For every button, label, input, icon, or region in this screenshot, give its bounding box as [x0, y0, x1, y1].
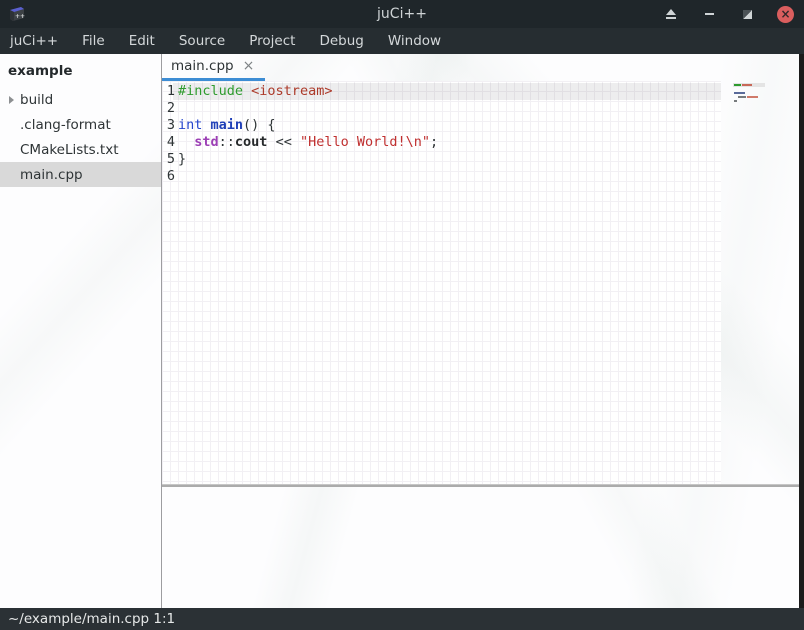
menu-item-edit[interactable]: Edit	[117, 28, 167, 54]
line-number: 3	[165, 117, 175, 134]
window-right-edge	[799, 54, 804, 608]
menu-item-debug[interactable]: Debug	[307, 28, 375, 54]
restore-button[interactable]	[739, 6, 755, 22]
menu-item-juci[interactable]: juCi++	[2, 28, 70, 54]
minimap-row	[734, 100, 766, 102]
token: int	[178, 117, 202, 133]
tree-item-main-cpp[interactable]: main.cpp	[0, 162, 161, 187]
main-area: example build .clang-format CMakeLists.txt…	[0, 54, 804, 608]
code-text	[175, 100, 178, 117]
expander-icon[interactable]	[0, 96, 18, 104]
minimap-code-segment	[747, 96, 758, 98]
minimap[interactable]	[734, 84, 766, 104]
menu-item-project[interactable]: Project	[237, 28, 307, 54]
menu-item-source[interactable]: Source	[167, 28, 237, 54]
juci-app-icon: ++	[6, 3, 28, 25]
code-line: 6	[162, 168, 721, 185]
token: ::	[219, 134, 235, 150]
code-line: 5}	[162, 151, 721, 168]
tree-item--clang-format[interactable]: .clang-format	[0, 112, 161, 137]
token: () {	[243, 117, 276, 133]
line-number: 5	[165, 151, 175, 168]
code-line: 2	[162, 100, 721, 117]
close-icon: ×	[780, 8, 790, 20]
menu-bar: juCi++FileEditSourceProjectDebugWindow	[0, 28, 804, 54]
minimap-row	[734, 92, 766, 94]
code-text	[175, 168, 178, 185]
token: }	[178, 151, 186, 167]
code-lines: 1#include <iostream>23int main() {4 std:…	[162, 83, 721, 185]
token: std	[194, 134, 218, 150]
tree-item-label: main.cpp	[18, 167, 83, 183]
window-controls: ×	[663, 0, 794, 28]
source-editor[interactable]: 1#include <iostream>23int main() {4 std:…	[162, 81, 804, 484]
token: cout	[235, 134, 268, 150]
file-tree-panel: example build .clang-format CMakeLists.txt…	[0, 54, 162, 608]
editor-column: main.cpp × 1#include <iostream>23int mai…	[162, 54, 804, 608]
shade-button[interactable]	[663, 6, 679, 22]
svg-text:++: ++	[15, 13, 25, 20]
project-root-label: example	[0, 59, 161, 87]
token	[202, 117, 210, 133]
tree-item-cmakelists-txt[interactable]: CMakeLists.txt	[0, 137, 161, 162]
tree-item-label: CMakeLists.txt	[18, 142, 119, 158]
title-bar: ++ juCi++ ×	[0, 0, 804, 28]
token	[178, 134, 194, 150]
minimize-button[interactable]	[701, 6, 717, 22]
tab-bar: main.cpp ×	[162, 54, 804, 81]
tab-main-cpp[interactable]: main.cpp ×	[162, 54, 265, 81]
tree-item-label: .clang-format	[18, 117, 111, 133]
minimap-row	[734, 96, 766, 98]
code-line: 3int main() {	[162, 117, 721, 134]
minimap-code-segment	[734, 92, 745, 94]
shade-icon-bar	[666, 17, 676, 19]
code-text: std::cout << "Hello World!\n";	[175, 134, 438, 151]
code-text: #include <iostream>	[175, 83, 332, 100]
code-line: 1#include <iostream>	[162, 83, 721, 100]
file-tree: build .clang-format CMakeLists.txt main.cpp	[0, 87, 161, 187]
token: ;	[430, 134, 438, 150]
close-button[interactable]: ×	[777, 6, 794, 23]
line-number: 6	[165, 168, 175, 185]
line-number: 1	[165, 83, 175, 100]
status-bar: ~/example/main.cpp 1:1	[0, 608, 804, 630]
token: main	[211, 117, 244, 133]
token: #include	[178, 83, 243, 99]
code-line: 4 std::cout << "Hello World!\n";	[162, 134, 721, 151]
token: "Hello World!\n"	[300, 134, 430, 150]
line-number: 2	[165, 100, 175, 117]
token	[243, 83, 251, 99]
line-number: 4	[165, 134, 175, 151]
tree-item-build[interactable]: build	[0, 87, 161, 112]
minimap-code-segment	[742, 84, 752, 86]
code-text: int main() {	[175, 117, 276, 134]
menu-item-window[interactable]: Window	[376, 28, 453, 54]
app-window: ++ juCi++ × juCi++FileEditSourceProjectD…	[0, 0, 804, 630]
token: <iostream>	[251, 83, 332, 99]
tab-close-icon[interactable]: ×	[243, 59, 255, 73]
menu-item-file[interactable]: File	[70, 28, 117, 54]
restore-icon	[743, 10, 752, 19]
code-text: }	[175, 151, 186, 168]
minimap-indent	[734, 96, 737, 98]
minimap-code-segment	[734, 84, 741, 86]
minimap-code-segment	[738, 96, 746, 98]
minimap-row	[734, 84, 766, 86]
minimize-icon	[705, 13, 714, 15]
terminal-panel[interactable]	[162, 487, 804, 608]
tab-label: main.cpp	[171, 58, 234, 74]
minimap-row	[734, 88, 766, 90]
shade-icon	[666, 9, 676, 15]
token: <<	[267, 134, 300, 150]
minimap-code-segment	[734, 100, 737, 102]
status-file-location: ~/example/main.cpp 1:1	[8, 611, 175, 627]
tree-item-label: build	[18, 92, 53, 108]
